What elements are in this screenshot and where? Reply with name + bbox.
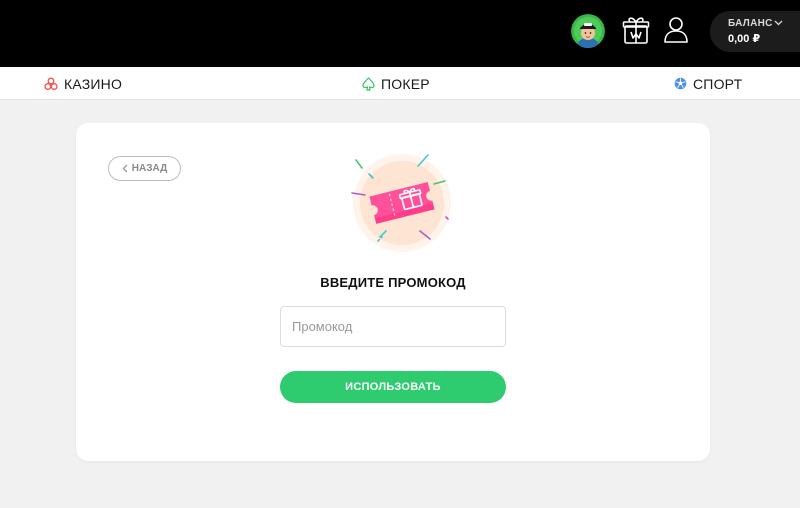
nav-item-label: КАЗИНО [64,75,123,92]
spade-icon [362,76,375,91]
use-promo-button[interactable]: ИСПОЛЬЗОВАТЬ [280,371,506,403]
profile-button[interactable] [662,14,690,46]
balance-value: 0,00 ₽ [728,33,761,45]
nav-item-label: ПОКЕР [381,75,430,92]
nav-item-label: СПОРТ [693,75,743,92]
back-button-label: НАЗАД [131,163,168,174]
gift-button[interactable] [621,14,651,46]
promo-code-input[interactable] [280,306,506,347]
top-bar: БАЛАНС 0,00 ₽ [0,0,800,67]
nav-item-casino[interactable]: КАЗИНО [44,67,122,100]
avatar[interactable] [571,14,605,48]
nav-item-sport[interactable]: СПОРТ [674,67,742,100]
chevron-down-icon [774,20,783,26]
gift-icon [622,17,650,44]
promo-card: НАЗАД ВВЕДИТЕ ПРОМОКОД Промокод ИСПОЛЬЗО… [76,123,710,461]
gift-ticket-icon [351,154,451,252]
avatar-icon [571,14,605,48]
clover-icon [44,77,58,90]
nav-item-poker[interactable]: ПОКЕР [362,67,430,100]
soccer-ball-icon [674,77,687,90]
balance-widget[interactable]: БАЛАНС 0,00 ₽ [710,11,800,52]
back-button[interactable]: НАЗАД [108,156,181,181]
balance-label: БАЛАНС [728,18,773,29]
main-nav: КАЗИНО ПОКЕР СПОРТ [0,67,800,100]
user-icon [664,17,688,43]
page-title: ВВЕДИТЕ ПРОМОКОД [320,275,466,290]
chevron-left-icon [122,164,128,173]
